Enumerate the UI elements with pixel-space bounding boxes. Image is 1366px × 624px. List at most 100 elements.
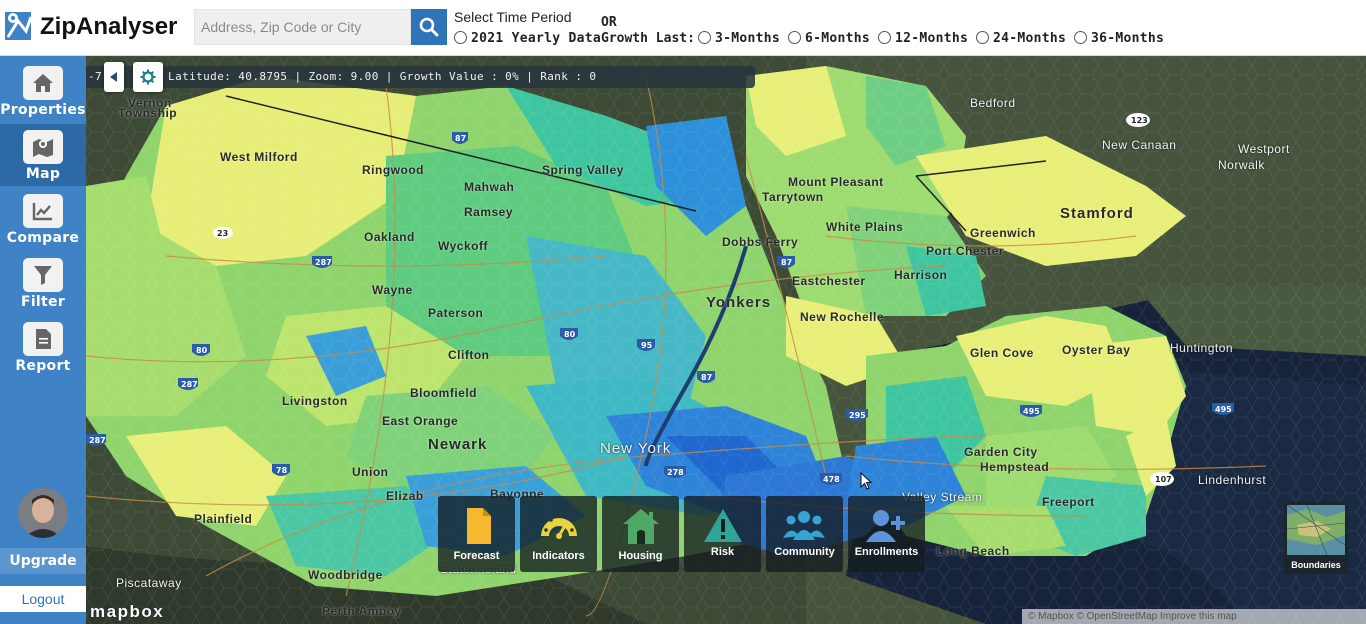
longitude-fragment: -7 <box>88 70 103 83</box>
svg-text:287: 287 <box>315 258 332 267</box>
sidebar-item-filter[interactable]: Filter <box>0 252 86 314</box>
radio-2021-yearly[interactable]: 2021 Yearly Data <box>454 31 601 46</box>
place-label: Norwalk <box>1218 158 1265 172</box>
sidebar-item-compare[interactable]: Compare <box>0 188 86 250</box>
svg-text:78: 78 <box>276 466 288 475</box>
boundaries-label: Boundaries <box>1291 560 1341 570</box>
place-label: Woodbridge <box>308 568 383 582</box>
place-label: Wyckoff <box>438 239 488 253</box>
map-canvas[interactable]: 87 23 287 80 287 287 80 95 87 87 78 278 … <box>86 56 1366 624</box>
radio-circle[interactable] <box>1074 31 1087 44</box>
filter-icon <box>23 258 63 292</box>
place-label: Paterson <box>428 306 484 320</box>
dock-enrollments-button[interactable]: Enrollments <box>848 496 925 572</box>
place-label: Plainfield <box>194 512 253 526</box>
radio-label: 6-Months <box>805 31 871 46</box>
upgrade-button[interactable]: Upgrade <box>0 548 86 574</box>
place-label: Clifton <box>448 348 490 362</box>
svg-text:123: 123 <box>1131 116 1148 125</box>
place-label: Tarrytown <box>762 190 824 204</box>
map-attribution[interactable]: © Mapbox © OpenStreetMap Improve this ma… <box>1022 609 1366 624</box>
place-label: Oakland <box>364 230 415 244</box>
svg-text:107: 107 <box>1155 475 1172 484</box>
radio-circle[interactable] <box>698 31 711 44</box>
place-label: West Milford <box>220 150 298 164</box>
place-label: Garden City <box>964 445 1038 459</box>
radio-24-months[interactable]: 24-Months <box>976 31 1066 46</box>
time-period-label: Select Time Period <box>454 9 572 25</box>
sidebar-item-label: Report <box>15 358 71 374</box>
dock-forecast-button[interactable]: Forecast <box>438 496 515 572</box>
collapse-panel-button[interactable] <box>104 62 124 92</box>
dock-label: Community <box>774 546 835 558</box>
place-label: Perth Amboy <box>322 604 402 618</box>
brand-name[interactable]: ZipAnalyser <box>40 13 177 41</box>
radio-6-months[interactable]: 6-Months <box>788 31 870 46</box>
home-icon <box>23 66 63 100</box>
svg-text:478: 478 <box>823 475 840 484</box>
chevron-left-icon <box>110 72 117 82</box>
shield-87: 87 <box>455 134 466 143</box>
place-label: White Plains <box>826 220 904 234</box>
place-label: Stamford <box>1060 205 1134 222</box>
radio-circle[interactable] <box>454 31 467 44</box>
map-settings-button[interactable] <box>133 62 163 92</box>
svg-text:80: 80 <box>196 346 208 355</box>
search-input[interactable] <box>194 9 411 45</box>
place-label: East Orange <box>382 414 459 428</box>
place-label: Westport <box>1238 142 1290 156</box>
warning-icon <box>704 509 742 542</box>
logout-button[interactable]: Logout <box>0 586 86 612</box>
dock-housing-button[interactable]: Housing <box>602 496 679 572</box>
radio-circle[interactable] <box>788 31 801 44</box>
svg-text:495: 495 <box>1215 405 1232 414</box>
place-label: Oyster Bay <box>1062 343 1131 357</box>
sidebar: Properties Map Compare Filter Report Upg… <box>0 56 86 624</box>
place-label: Dobbs Ferry <box>722 235 799 249</box>
user-avatar-image <box>18 488 68 538</box>
place-label: Huntington <box>1170 341 1234 355</box>
avatar[interactable] <box>18 488 68 538</box>
dock-risk-button[interactable]: Risk <box>684 496 761 572</box>
sidebar-item-report[interactable]: Report <box>0 316 86 378</box>
place-label: Eastchester <box>792 274 866 288</box>
place-label: Glen Cove <box>970 346 1034 360</box>
svg-text:295: 295 <box>849 411 866 420</box>
search-icon <box>419 17 439 37</box>
place-label: Bloomfield <box>410 386 477 400</box>
users-icon <box>783 511 825 540</box>
mapbox-logo[interactable]: mapbox <box>90 602 164 622</box>
radio-3-months[interactable]: 3-Months <box>698 31 780 46</box>
radio-circle[interactable] <box>976 31 989 44</box>
place-label: Newark <box>428 436 488 453</box>
place-label: Wayne <box>372 283 413 297</box>
place-label: Ringwood <box>362 163 424 177</box>
radio-36-months[interactable]: 36-Months <box>1074 31 1164 46</box>
dock-community-button[interactable]: Community <box>766 496 843 572</box>
radio-label: 24-Months <box>993 31 1067 46</box>
house-icon <box>623 509 659 544</box>
dock-indicators-button[interactable]: Indicators <box>520 496 597 572</box>
svg-text:287: 287 <box>89 436 106 445</box>
radio-12-months[interactable]: 12-Months <box>878 31 968 46</box>
place-label: Harrison <box>894 268 948 282</box>
place-label: Lindenhurst <box>1198 473 1267 487</box>
place-label: Union <box>352 465 389 479</box>
dock-label: Housing <box>618 550 663 562</box>
svg-text:278: 278 <box>667 468 684 477</box>
search-button[interactable] <box>411 9 447 45</box>
radio-circle[interactable] <box>878 31 891 44</box>
gauge-icon <box>541 514 577 539</box>
place-label: New Rochelle <box>800 310 885 324</box>
place-label: Greenwich <box>970 226 1036 240</box>
sidebar-item-properties[interactable]: Properties <box>0 60 86 122</box>
zipanalyser-logo-icon[interactable] <box>4 9 34 43</box>
file-icon <box>467 508 491 544</box>
growth-last-label: Growth Last: <box>601 31 695 46</box>
dock-label: Indicators <box>532 550 585 562</box>
place-label: Livingston <box>282 394 348 408</box>
boundaries-toggle[interactable]: Boundaries <box>1284 502 1348 574</box>
gear-icon <box>140 69 156 85</box>
place-label: Spring Valley <box>542 163 624 177</box>
sidebar-item-map[interactable]: Map <box>0 124 86 186</box>
